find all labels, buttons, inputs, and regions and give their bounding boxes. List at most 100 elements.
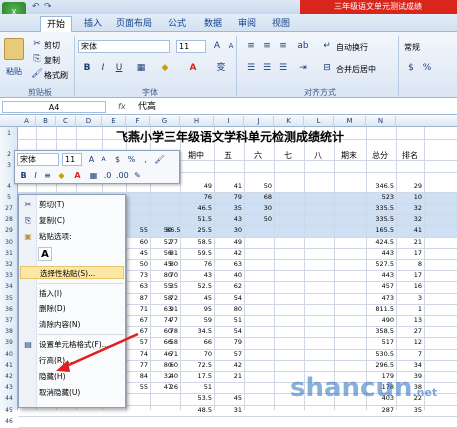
format-painter-icon[interactable]: 🖌 [30,68,44,81]
border-icon[interactable]: ▦ [134,62,148,75]
table-cell[interactable]: 86.5 [166,225,180,236]
mini-align-icon[interactable]: ≡ [42,170,53,181]
table-cell[interactable]: 10 [396,192,424,203]
table-cell[interactable]: 77 [166,237,180,248]
table-cell[interactable]: 7 [396,349,424,360]
table-cell[interactable]: 79 [214,337,244,348]
table-cell[interactable]: 523 [366,192,396,203]
table-cell[interactable]: 59 [180,315,214,326]
row-header-43[interactable]: 43 [0,382,18,393]
bold-button[interactable]: B [80,62,94,75]
table-cell[interactable]: 45 [214,393,244,404]
menu-insert[interactable]: 插入(I) [20,287,124,300]
table-cell[interactable]: 49 [214,237,244,248]
table-cell[interactable]: 40 [214,270,244,281]
mini-format-painter-icon[interactable]: 🖌 [154,154,165,165]
table-cell[interactable]: 17.5 [180,371,214,382]
table-cell[interactable]: 34.5 [180,326,214,337]
table-cell[interactable]: 335.5 [366,214,396,225]
table-cell[interactable]: 91 [166,304,180,315]
table-cell[interactable]: 81 [166,248,180,259]
table-cell[interactable]: 53.5 [180,393,214,404]
paste-option-button[interactable]: A [38,247,52,261]
tab-home[interactable]: 开始 [40,16,72,32]
table-cell[interactable]: 27 [396,326,424,337]
table-cell[interactable]: 527.5 [366,259,396,270]
row-header-33[interactable]: 33 [0,270,18,281]
mini-font-color-icon[interactable]: A [72,170,83,181]
mini-decrease-decimal-icon[interactable]: .0 [102,170,113,181]
table-cell[interactable]: 73 [126,270,150,281]
mini-shrink-font-icon[interactable]: A [98,154,109,165]
table-cell[interactable]: 12 [396,337,424,348]
row-header-29[interactable]: 29 [0,225,18,236]
merge-center-button[interactable]: 合并后居中 [336,64,376,75]
table-cell[interactable]: 77 [166,315,180,326]
table-cell[interactable]: 21 [214,371,244,382]
table-cell[interactable]: 45 [180,293,214,304]
font-name-select[interactable]: 宋体 [78,40,170,53]
table-cell[interactable]: 54 [214,326,244,337]
align-middle-icon[interactable]: ≡ [260,40,274,53]
table-cell[interactable]: 530.5 [366,349,396,360]
phonetic-icon[interactable]: 变 [214,62,228,75]
row-header-27[interactable]: 27 [0,203,18,214]
menu-unhide[interactable]: 取消隐藏(U) [20,386,124,399]
mini-fill-color-icon[interactable]: ◆ [56,170,67,181]
column-header-d[interactable]: D [76,116,102,127]
table-cell[interactable]: 517 [366,337,396,348]
column-header-l[interactable]: L [304,116,334,127]
table-cell[interactable]: 42 [214,248,244,259]
table-cell[interactable]: 424.5 [366,237,396,248]
tab-data[interactable]: 数据 [200,16,226,32]
row-header-46[interactable]: 46 [0,416,18,427]
mini-comma-icon[interactable]: , [140,154,151,165]
row-header-45[interactable]: 45 [0,405,18,416]
mini-grow-font-icon[interactable]: A [86,154,97,165]
table-cell[interactable]: 70 [180,349,214,360]
mini-italic-icon[interactable]: I [30,170,41,181]
align-right-icon[interactable]: ☰ [276,62,290,75]
mini-font-select[interactable]: 宋体 [17,153,59,166]
table-cell[interactable]: 490 [366,315,396,326]
format-painter-button[interactable]: 格式刷 [44,70,68,81]
row-header-28[interactable]: 28 [0,214,18,225]
row-header-36[interactable]: 36 [0,304,18,315]
font-color-icon[interactable]: A [186,62,200,75]
table-cell[interactable]: 49 [180,181,214,192]
mini-border-icon[interactable]: ▦ [88,170,99,181]
mini-eraser-icon[interactable]: ✎ [132,170,143,181]
row-header-40[interactable]: 40 [0,349,18,360]
menu-cut[interactable]: 剪切(T) [20,198,124,211]
table-cell[interactable]: 66 [180,337,214,348]
table-cell[interactable]: 35 [166,281,180,292]
table-cell[interactable]: 42 [214,360,244,371]
cut-button[interactable]: 剪切 [44,40,60,51]
wrap-text-button[interactable]: 自动换行 [336,42,368,53]
table-cell[interactable]: 26 [166,382,180,393]
table-cell[interactable]: 17 [396,248,424,259]
column-header-n[interactable]: N [366,116,396,127]
table-cell[interactable]: 76 [180,259,214,270]
mini-currency-icon[interactable]: $ [112,154,123,165]
table-cell[interactable]: 13 [396,315,424,326]
align-bottom-icon[interactable]: ≡ [276,40,290,53]
table-cell[interactable]: 63 [214,259,244,270]
table-cell[interactable]: 59.5 [180,248,214,259]
tab-page-layout[interactable]: 页面布局 [112,16,156,32]
row-header-38[interactable]: 38 [0,326,18,337]
table-cell[interactable]: 51.5 [180,214,214,225]
table-cell[interactable]: 3 [396,293,424,304]
copy-button[interactable]: 复制 [44,55,60,66]
table-cell[interactable]: 58 [166,337,180,348]
table-cell[interactable]: 62 [214,281,244,292]
row-header-42[interactable]: 42 [0,371,18,382]
underline-button[interactable]: U [112,62,126,75]
undo-icon[interactable]: ↶ [32,2,42,12]
table-cell[interactable]: 1 [396,304,424,315]
mini-bold-icon[interactable]: B [18,170,29,181]
font-size-select[interactable]: 11 [176,40,206,53]
table-cell[interactable]: 67 [126,315,150,326]
table-cell[interactable]: 346.5 [366,181,396,192]
table-cell[interactable]: 63 [126,281,150,292]
